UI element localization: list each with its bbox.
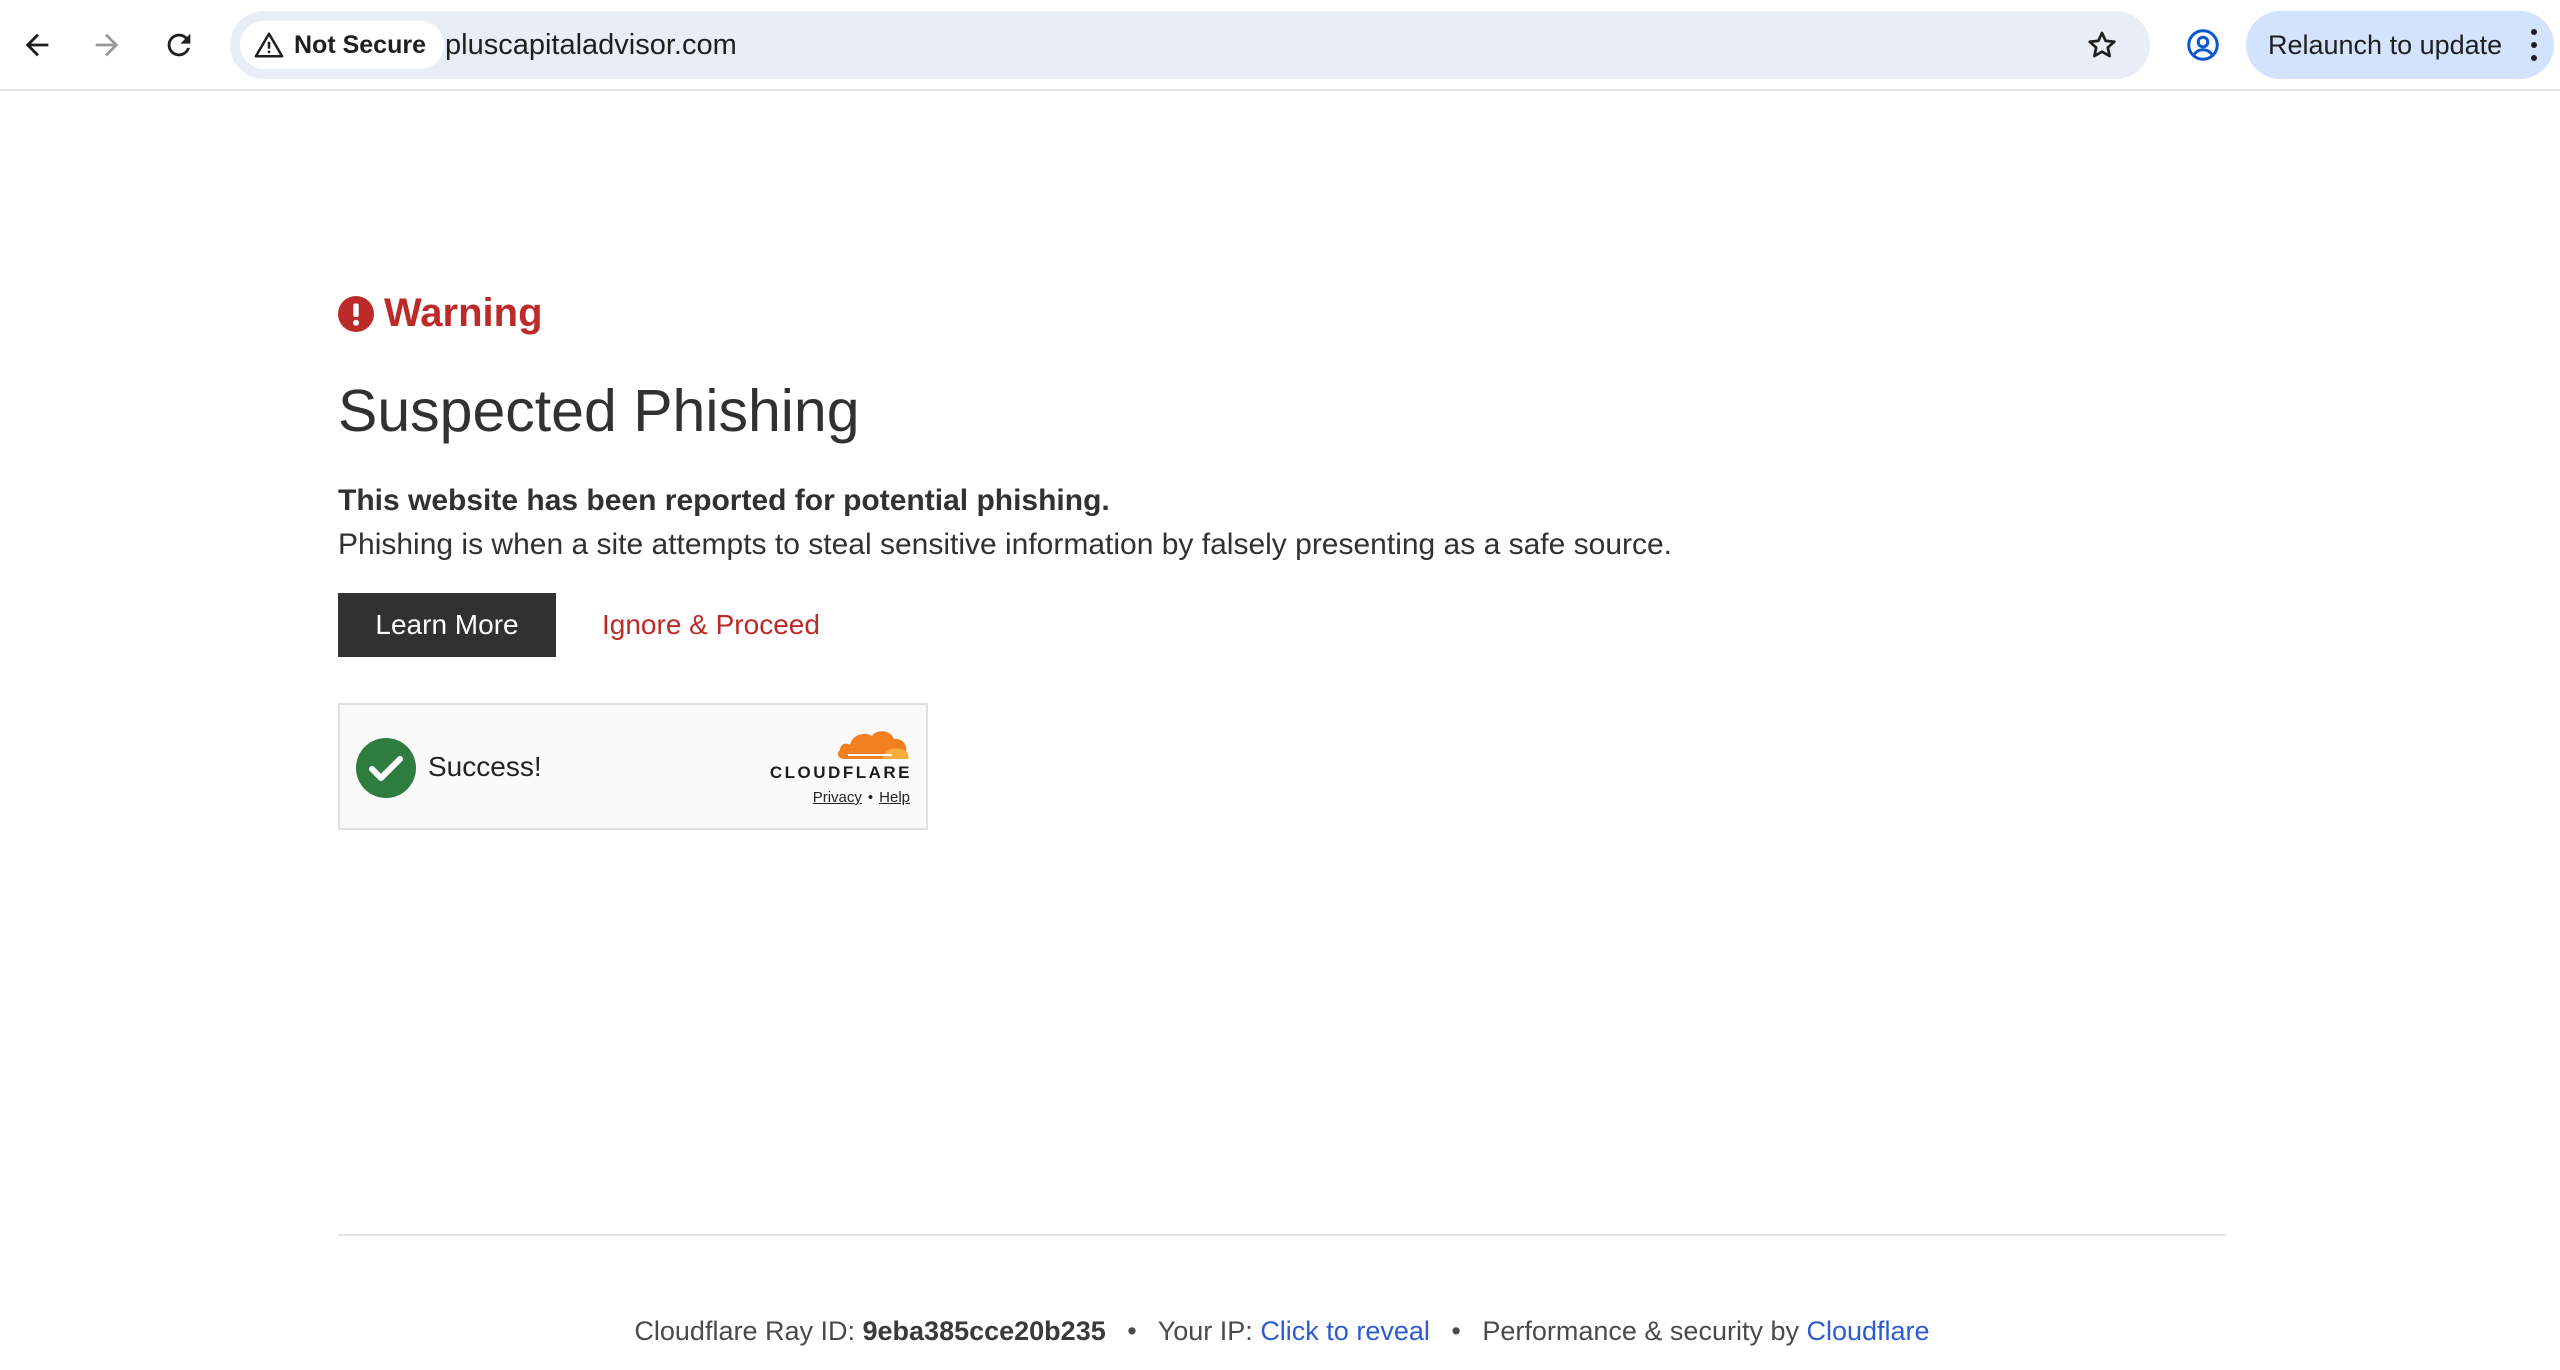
star-icon — [2088, 31, 2116, 58]
ip-label: Your IP: — [1157, 1316, 1253, 1346]
arrow-left-icon — [25, 33, 49, 57]
ray-id-value: 9eba385cce20b235 — [862, 1316, 1106, 1346]
footer-separator: • — [1451, 1316, 1461, 1346]
back-button[interactable] — [8, 16, 66, 74]
ignore-proceed-link[interactable]: Ignore & Proceed — [602, 593, 820, 657]
browser-toolbar: Not Secure pluscapitaladvisor.com Relaun… — [0, 0, 2560, 91]
footer-divider — [338, 1234, 2226, 1236]
turnstile-links: Privacy • Help — [813, 789, 910, 806]
performance-label: Performance & security by — [1482, 1316, 1799, 1346]
cloudflare-link[interactable]: Cloudflare — [1807, 1316, 1930, 1346]
cloudflare-logo: CLOUDFLARE Privacy • Help — [762, 727, 912, 807]
description-text: Phishing is when a site attempts to stea… — [338, 528, 1673, 561]
cloudflare-wordmark: CLOUDFLARE — [769, 763, 912, 782]
lead-text: This website has been reported for poten… — [338, 484, 1110, 517]
reload-icon — [167, 33, 191, 57]
arrow-right-icon — [95, 33, 119, 57]
url-text[interactable]: pluscapitaladvisor.com — [445, 11, 737, 79]
link-separator: • — [867, 789, 874, 806]
check-circle-icon — [356, 738, 416, 798]
security-label: Not Secure — [294, 30, 426, 59]
help-link[interactable]: Help — [879, 789, 910, 806]
reload-button[interactable] — [150, 16, 208, 74]
footer: Cloudflare Ray ID: 9eba385cce20b235 • Yo… — [338, 1316, 2226, 1347]
exclamation-circle-icon — [338, 295, 374, 332]
turnstile-status: Success! — [428, 751, 542, 782]
learn-more-button[interactable]: Learn More — [338, 593, 556, 657]
warning-label: Warning — [384, 291, 543, 335]
reveal-ip-link[interactable]: Click to reveal — [1260, 1316, 1430, 1346]
page-title: Suspected Phishing — [338, 378, 860, 444]
footer-separator: • — [1127, 1316, 1137, 1346]
account-circle-icon — [2187, 29, 2219, 61]
warning-triangle-icon — [254, 32, 284, 58]
cloudflare-cloud-icon — [837, 731, 909, 759]
relaunch-button[interactable]: Relaunch to update — [2246, 11, 2554, 79]
forward-button[interactable] — [78, 16, 136, 74]
relaunch-label: Relaunch to update — [2268, 29, 2503, 60]
ray-id-label: Cloudflare Ray ID: — [634, 1316, 855, 1346]
profile-button[interactable] — [2174, 16, 2232, 74]
security-chip[interactable]: Not Secure — [240, 21, 444, 69]
privacy-link[interactable]: Privacy — [813, 789, 862, 806]
kebab-icon[interactable] — [2524, 25, 2544, 65]
turnstile-widget: Success! CLOUDFLARE Privacy • Help — [338, 703, 928, 830]
warning-heading: Warning — [338, 291, 543, 336]
address-bar[interactable]: Not Secure pluscapitaladvisor.com — [230, 11, 2150, 79]
bookmark-button[interactable] — [2078, 21, 2126, 69]
